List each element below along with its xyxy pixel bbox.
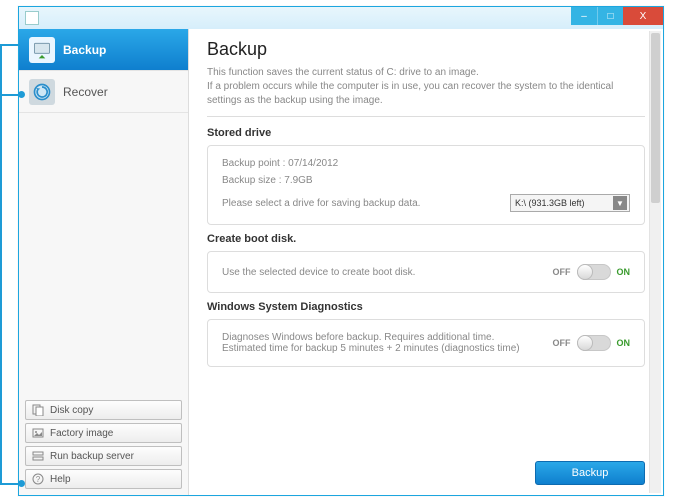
desc-line: This function saves the current status o…	[207, 67, 479, 78]
callout-line	[0, 44, 20, 46]
side-btn-label: Factory image	[50, 428, 113, 439]
drive-select-value: K:\ (931.3GB left)	[515, 198, 585, 208]
callout-line	[0, 94, 20, 96]
disk-copy-icon	[32, 404, 44, 416]
maximize-button[interactable]: □	[597, 7, 623, 25]
sidebar-item-recover[interactable]: Recover	[19, 71, 188, 113]
factory-image-icon	[32, 427, 44, 439]
toggle-off-label: OFF	[553, 338, 571, 348]
chevron-down-icon: ▼	[613, 196, 627, 210]
help-icon: ?	[32, 473, 44, 485]
factory-image-button[interactable]: Factory image	[25, 423, 182, 443]
backup-point-value: Backup point : 07/14/2012	[222, 158, 630, 169]
page-description: This function saves the current status o…	[207, 66, 645, 117]
callout-line	[0, 483, 20, 485]
diagnostics-line: Estimated time for backup 5 minutes + 2 …	[222, 343, 520, 354]
toggle-on-label: ON	[617, 267, 631, 277]
diagnostics-line: Diagnoses Windows before backup. Require…	[222, 332, 520, 343]
toggle-knob	[577, 264, 593, 280]
page-title: Backup	[207, 39, 645, 60]
recover-icon	[29, 79, 55, 105]
help-button[interactable]: ? Help	[25, 469, 182, 489]
desc-line: If a problem occurs while the computer i…	[207, 81, 613, 106]
run-backup-server-button[interactable]: Run backup server	[25, 446, 182, 466]
side-btn-label: Run backup server	[50, 451, 134, 462]
minimize-button[interactable]: –	[571, 7, 597, 25]
drive-select[interactable]: K:\ (931.3GB left) ▼	[510, 194, 630, 212]
server-icon	[32, 450, 44, 462]
svg-text:?: ?	[36, 475, 41, 484]
boot-disk-text: Use the selected device to create boot d…	[222, 267, 415, 278]
drive-select-prompt: Please select a drive for saving backup …	[222, 198, 420, 209]
diagnostics-toggle[interactable]	[577, 335, 611, 351]
boot-disk-toggle[interactable]	[577, 264, 611, 280]
sidebar-bottom-buttons: Disk copy Factory image Run backup serve…	[25, 400, 182, 489]
window-controls: – □ X	[571, 7, 663, 25]
side-btn-label: Help	[50, 474, 71, 485]
toggle-knob	[577, 335, 593, 351]
backup-button[interactable]: Backup	[535, 461, 645, 485]
close-button[interactable]: X	[623, 7, 663, 25]
stored-drive-panel: Backup point : 07/14/2012 Backup size : …	[207, 145, 645, 225]
app-window: – □ X Backup Recover	[18, 6, 664, 496]
backup-icon	[29, 37, 55, 63]
scrollbar-thumb[interactable]	[651, 33, 660, 203]
stored-drive-heading: Stored drive	[207, 127, 645, 139]
disk-copy-button[interactable]: Disk copy	[25, 400, 182, 420]
diagnostics-panel: Diagnoses Windows before backup. Require…	[207, 319, 645, 367]
sidebar: Backup Recover Disk copy	[19, 29, 189, 495]
toggle-off-label: OFF	[553, 267, 571, 277]
titlebar: – □ X	[19, 7, 663, 29]
boot-disk-heading: Create boot disk.	[207, 233, 645, 245]
scrollbar[interactable]	[649, 31, 661, 493]
boot-disk-panel: Use the selected device to create boot d…	[207, 251, 645, 293]
callout-line	[0, 44, 2, 484]
toggle-on-label: ON	[617, 338, 631, 348]
diagnostics-heading: Windows System Diagnostics	[207, 301, 645, 313]
backup-size-value: Backup size : 7.9GB	[222, 175, 630, 186]
sidebar-item-backup[interactable]: Backup	[19, 29, 188, 71]
side-btn-label: Disk copy	[50, 405, 93, 416]
app-icon	[25, 11, 39, 25]
sidebar-item-label: Recover	[63, 85, 108, 99]
main-panel: Backup This function saves the current s…	[189, 29, 663, 495]
sidebar-item-label: Backup	[63, 43, 106, 57]
